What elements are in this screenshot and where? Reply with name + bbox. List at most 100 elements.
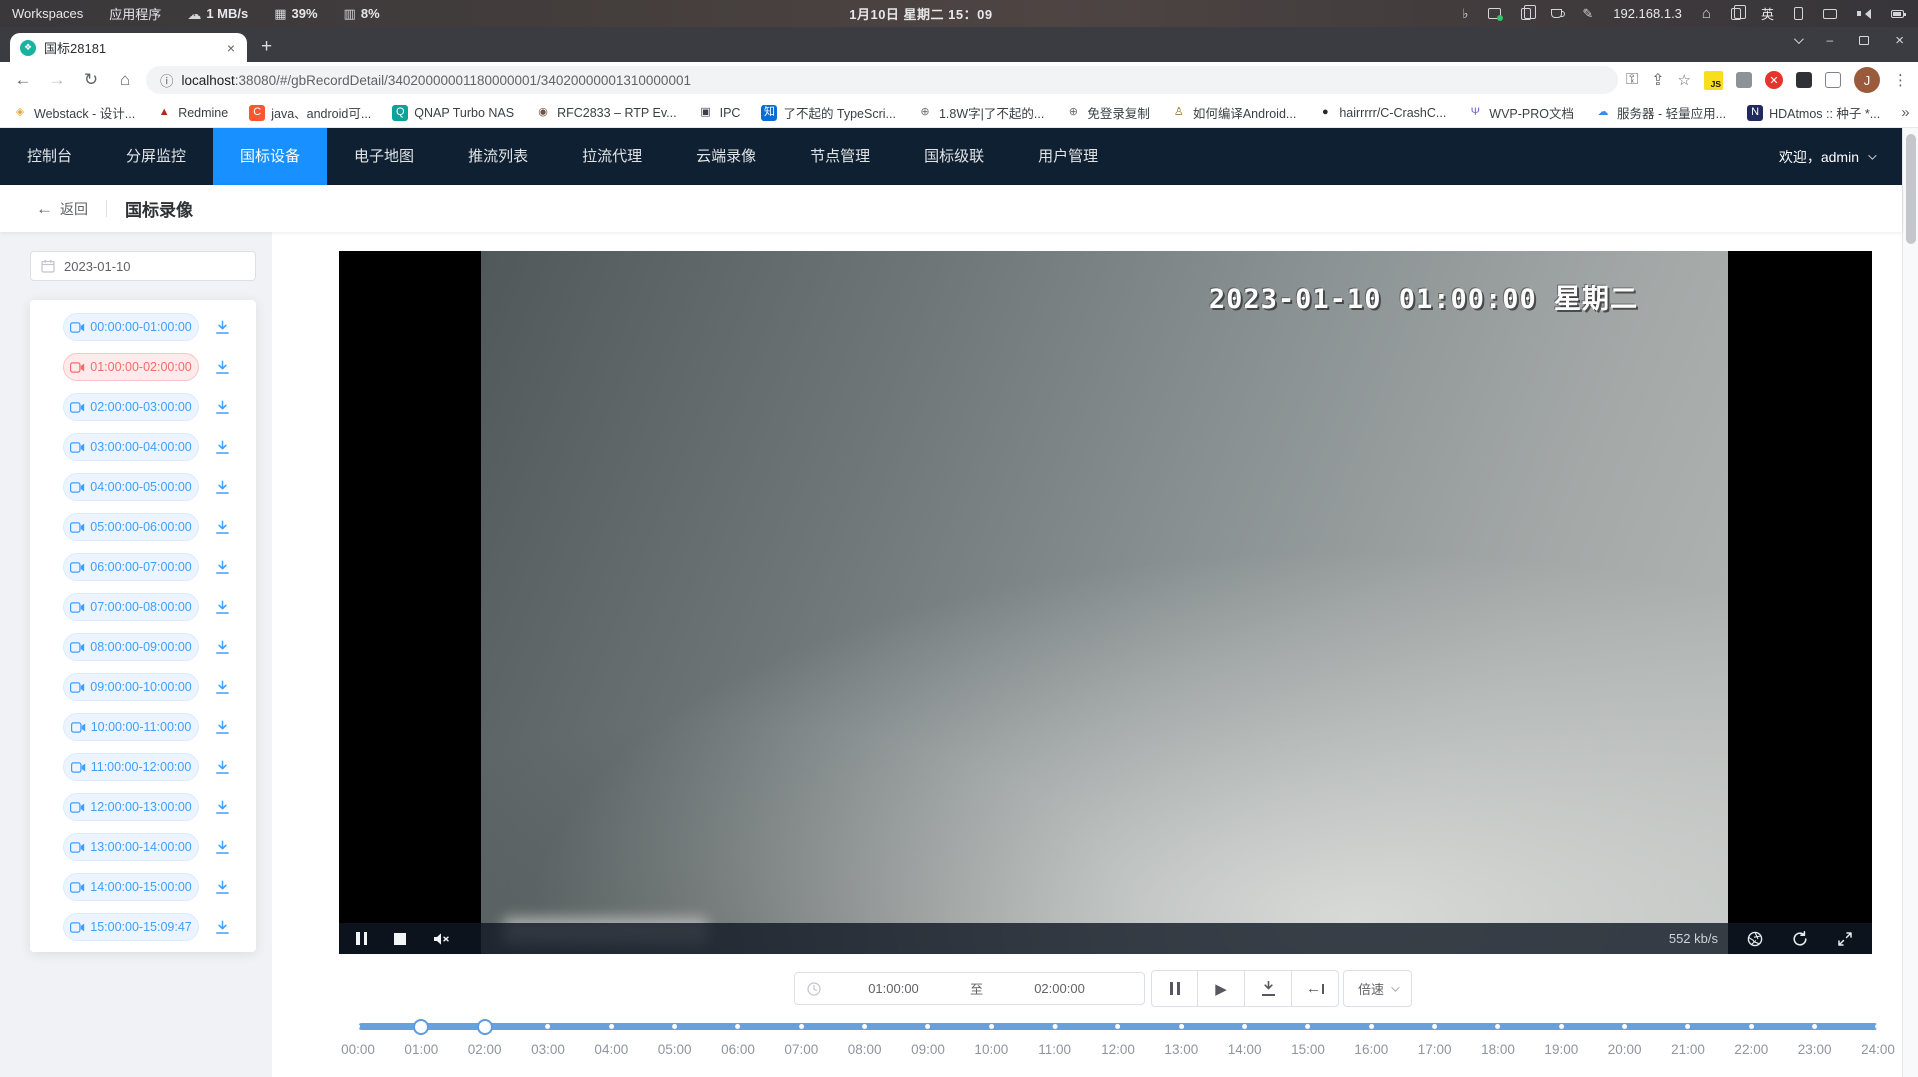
segment-download-button[interactable] — [214, 319, 231, 336]
segment-download-button[interactable] — [214, 519, 231, 536]
bookmark-item[interactable]: ☁ 服务器 - 轻量应用... — [1595, 103, 1726, 122]
bookmark-item[interactable]: ▲ Redmine — [156, 105, 228, 121]
nav-menu-item[interactable]: 节点管理 — [783, 128, 897, 185]
browser-forward-button[interactable]: → — [44, 67, 70, 93]
bookmark-item[interactable]: N HDAtmos :: 种子 *... — [1747, 103, 1880, 122]
bookmark-item[interactable]: ◈ Webstack - 设计... — [12, 103, 135, 122]
bookmark-item[interactable]: C java、android可... — [249, 103, 371, 122]
segment-download-button[interactable] — [214, 359, 231, 376]
segment-play-button[interactable]: 08:00:00-09:00:00 — [63, 633, 199, 661]
back-button[interactable]: ← 返回 — [36, 199, 88, 219]
pause-button[interactable] — [1151, 970, 1198, 1007]
video-player[interactable]: 2023-01-10 01:00:00 星期二 552 kb/s — [339, 251, 1872, 954]
nav-menu-item[interactable]: 推流列表 — [441, 128, 555, 185]
refresh-button[interactable] — [1792, 931, 1808, 947]
window-minimize-button[interactable]: – — [1827, 33, 1834, 47]
tray-tablet-icon[interactable] — [1794, 7, 1803, 20]
address-bar[interactable]: ⓘ localhost:38080/#/gbRecordDetail/34020… — [146, 66, 1618, 94]
nav-menu-item[interactable]: 分屏监控 — [99, 128, 213, 185]
snapshot-aperture-button[interactable] — [1747, 931, 1763, 947]
window-restore-button[interactable] — [1859, 36, 1869, 45]
speed-dropdown-button[interactable]: 倍速 — [1343, 970, 1412, 1007]
nav-menu-item[interactable]: 国标级联 — [897, 128, 1011, 185]
tray-clipboard-icon[interactable] — [1521, 8, 1531, 20]
segment-play-button[interactable]: 11:00:00-12:00:00 — [63, 753, 199, 781]
segment-download-button[interactable] — [214, 839, 231, 856]
download-button[interactable] — [1245, 970, 1292, 1007]
tray-app-online-icon[interactable] — [1488, 8, 1501, 19]
extension-js-icon[interactable]: JS — [1704, 71, 1723, 90]
bookmark-item[interactable]: ♙ 如何编译Android... — [1171, 103, 1297, 122]
segment-download-button[interactable] — [214, 599, 231, 616]
window-tabsearch-chevron-icon[interactable] — [1794, 34, 1804, 44]
tray-home-icon[interactable]: ⌂ — [1702, 6, 1711, 21]
extension-page-icon[interactable] — [1825, 72, 1841, 88]
bookmark-item[interactable]: ⊕ 1.8W字|了不起的... — [917, 103, 1044, 122]
time-range-picker[interactable]: 01:00:00 至 02:00:00 — [794, 972, 1145, 1005]
bookmark-star-icon[interactable]: ☆ — [1678, 71, 1691, 89]
segment-play-button[interactable]: 15:00:00-15:09:47 — [63, 913, 199, 941]
site-info-icon[interactable]: ⓘ — [160, 70, 174, 90]
segment-download-button[interactable] — [214, 799, 231, 816]
profile-avatar[interactable]: J — [1854, 67, 1880, 93]
extension-gray-icon[interactable] — [1736, 72, 1752, 88]
tray-flat-icon[interactable]: ♭ — [1462, 7, 1468, 20]
browser-back-button[interactable]: ← — [10, 67, 36, 93]
segment-download-button[interactable] — [214, 759, 231, 776]
skip-back-button[interactable]: ← — [1292, 970, 1339, 1007]
play-button[interactable]: ▶ — [1198, 970, 1245, 1007]
tray-pencil-icon[interactable]: ✎ — [1582, 7, 1593, 20]
segment-download-button[interactable] — [214, 719, 231, 736]
tab-close-button[interactable]: × — [225, 40, 237, 56]
new-tab-button[interactable]: + — [261, 36, 272, 58]
end-time-input[interactable]: 02:00:00 — [987, 981, 1132, 996]
segment-play-button[interactable]: 14:00:00-15:00:00 — [63, 873, 199, 901]
timeline-slider[interactable]: 00:00 01:00 02:00 03:00 — [358, 1015, 1878, 1071]
segment-download-button[interactable] — [214, 679, 231, 696]
tray-ip-address[interactable]: 192.168.1.3 — [1613, 6, 1682, 21]
segment-play-button[interactable]: 09:00:00-10:00:00 — [63, 673, 199, 701]
segment-play-button[interactable]: 02:00:00-03:00:00 — [63, 393, 199, 421]
bookmark-item[interactable]: ● hairrrrr/C-CrashC... — [1317, 105, 1446, 121]
tray-coffee-icon[interactable] — [1551, 9, 1562, 18]
nav-menu-item[interactable]: 控制台 — [0, 128, 99, 185]
date-picker-input[interactable]: 2023-01-10 — [30, 251, 256, 281]
browser-reload-button[interactable]: ↻ — [78, 67, 104, 93]
share-icon[interactable]: ⇪ — [1651, 70, 1664, 90]
tray-windows-icon[interactable] — [1731, 8, 1741, 20]
tray-display-icon[interactable] — [1823, 9, 1837, 19]
segment-download-button[interactable] — [214, 639, 231, 656]
segment-play-button[interactable]: 01:00:00-02:00:00 — [63, 353, 199, 381]
bookmark-item[interactable]: Q QNAP Turbo NAS — [392, 105, 514, 121]
extension-dark-icon[interactable] — [1796, 72, 1812, 88]
segment-download-button[interactable] — [214, 479, 231, 496]
tray-battery-icon[interactable] — [1891, 10, 1904, 18]
segment-play-button[interactable]: 04:00:00-05:00:00 — [63, 473, 199, 501]
video-stop-button[interactable] — [394, 933, 406, 945]
start-time-input[interactable]: 01:00:00 — [821, 981, 966, 996]
password-key-icon[interactable]: ⚿ — [1626, 71, 1638, 89]
workspaces-button[interactable]: Workspaces — [12, 6, 83, 21]
nav-menu-item[interactable]: 用户管理 — [1011, 128, 1125, 185]
segment-play-button[interactable]: 12:00:00-13:00:00 — [63, 793, 199, 821]
nav-menu-item[interactable]: 云端录像 — [669, 128, 783, 185]
segment-download-button[interactable] — [214, 399, 231, 416]
video-pause-button[interactable] — [356, 932, 367, 945]
nav-menu-item[interactable]: 电子地图 — [327, 128, 441, 185]
browser-tab[interactable]: ❖ 国标28181 × — [10, 33, 247, 62]
segment-play-button[interactable]: 03:00:00-04:00:00 — [63, 433, 199, 461]
scrollbar-thumb[interactable] — [1906, 134, 1916, 244]
bookmark-item[interactable]: ⊕ 免登录复制 — [1065, 103, 1150, 122]
tray-input-method[interactable]: 英 — [1761, 4, 1774, 23]
extension-blocker-icon[interactable]: ✕ — [1765, 71, 1783, 89]
tray-volume-icon[interactable] — [1857, 8, 1871, 20]
bookmark-item[interactable]: ◉ RFC2833 – RTP Ev... — [535, 105, 677, 121]
bookmark-item[interactable]: Ψ WVP-PRO文档 — [1467, 103, 1574, 122]
segment-play-button[interactable]: 00:00:00-01:00:00 — [63, 313, 199, 341]
timeline-handle[interactable] — [413, 1019, 429, 1035]
bookmark-item[interactable]: 知 了不起的 TypeScri... — [761, 103, 896, 122]
segment-play-button[interactable]: 07:00:00-08:00:00 — [63, 593, 199, 621]
nav-menu-item[interactable]: 国标设备 — [213, 128, 327, 185]
user-menu[interactable]: 欢迎，admin — [1779, 147, 1902, 167]
segment-play-button[interactable]: 13:00:00-14:00:00 — [63, 833, 199, 861]
